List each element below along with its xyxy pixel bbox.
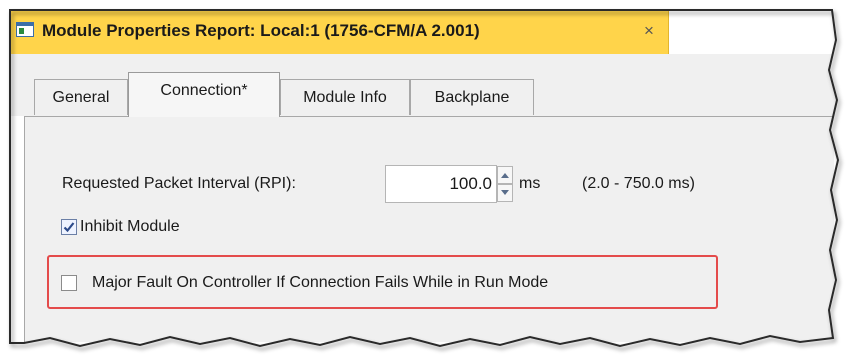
module-properties-window: Module Properties Report: Local:1 (1756-… (0, 0, 849, 356)
tab-connection[interactable]: Connection* (128, 72, 280, 117)
torn-edge-frame (0, 0, 849, 356)
